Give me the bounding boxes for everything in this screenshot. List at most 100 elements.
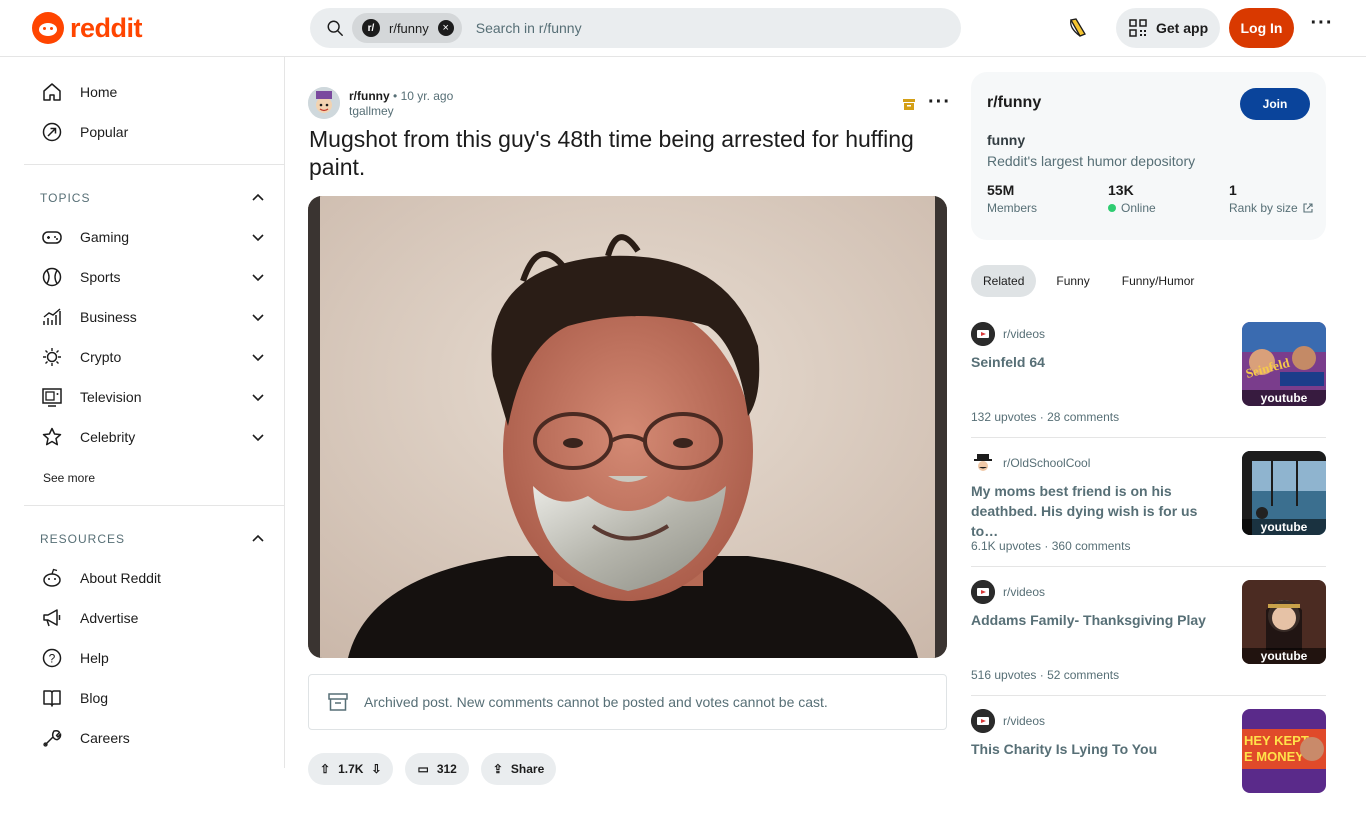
rank-stat[interactable]: 1 Rank by size xyxy=(1229,182,1314,215)
close-icon[interactable]: × xyxy=(437,20,454,36)
related-subreddit[interactable]: r/videos xyxy=(1003,327,1045,341)
external-link-icon xyxy=(1303,203,1313,213)
chevron-down-icon[interactable] xyxy=(250,429,266,445)
chevron-up-icon[interactable] xyxy=(250,190,266,206)
sidebar-item-help[interactable]: ? Help xyxy=(40,638,272,678)
related-title[interactable]: My moms best friend is on his deathbed. … xyxy=(971,481,1226,541)
members-stat: 55M Members xyxy=(987,182,1037,215)
sidebar-item-about-reddit[interactable]: About Reddit xyxy=(40,558,272,598)
sidebar-item-advertise[interactable]: Advertise xyxy=(40,598,272,638)
vote-button[interactable]: ⇧ 1.7K ⇩ xyxy=(308,753,394,785)
sidebar-item-blog[interactable]: Blog xyxy=(40,678,272,718)
related-thumbnail[interactable]: youtube xyxy=(1242,580,1326,664)
home-icon xyxy=(40,80,64,104)
upvote-icon[interactable]: ⇧ xyxy=(320,762,330,776)
chevron-down-icon[interactable] xyxy=(250,389,266,405)
more-options-icon[interactable]: ··· xyxy=(1306,13,1338,40)
stat-value: 13K xyxy=(1108,182,1134,198)
sidebar-item-business[interactable]: Business xyxy=(40,297,272,337)
post-image[interactable] xyxy=(308,196,947,658)
chevron-down-icon[interactable] xyxy=(250,229,266,245)
related-post[interactable]: r/OldSchoolCool My moms best friend is o… xyxy=(971,451,1326,580)
related-upvotes: 132 upvotes xyxy=(971,410,1037,424)
comment-icon: ▭ xyxy=(417,762,429,776)
related-upvotes: 516 upvotes xyxy=(971,668,1037,682)
sidebar-item-celebrity[interactable]: Celebrity xyxy=(40,417,272,457)
online-stat: 13K Online xyxy=(1108,182,1156,215)
svg-text:?: ? xyxy=(49,652,56,666)
comments-button[interactable]: ▭ 312 xyxy=(405,753,469,785)
related-subreddit[interactable]: r/OldSchoolCool xyxy=(1003,456,1090,470)
related-thumbnail[interactable]: youtube xyxy=(1242,451,1326,535)
reddit-logo-icon xyxy=(32,12,64,44)
join-button[interactable]: Join xyxy=(1240,88,1310,120)
related-thumbnail[interactable]: HEY KEPT E MONEY xyxy=(1242,709,1326,793)
chevron-down-icon[interactable] xyxy=(250,349,266,365)
related-thumbnail[interactable]: Seinfeld youtube xyxy=(1242,322,1326,406)
archived-badge-icon xyxy=(903,99,915,110)
get-app-button[interactable]: Get app xyxy=(1116,8,1220,48)
thumbnail-label: youtube xyxy=(1242,390,1326,406)
sidebar-item-sports[interactable]: Sports xyxy=(40,257,272,297)
login-button[interactable]: Log In xyxy=(1229,8,1294,48)
sidebar-item-careers[interactable]: Careers xyxy=(40,718,272,758)
search-input[interactable] xyxy=(475,20,896,36)
related-title[interactable]: Addams Family- Thanksgiving Play xyxy=(971,610,1226,630)
subreddit-avatar[interactable] xyxy=(308,87,340,119)
qr-code-icon xyxy=(1129,19,1147,37)
resources-heading: RESOURCES xyxy=(40,532,126,546)
tab-related[interactable]: Related xyxy=(971,265,1037,297)
tab-funny[interactable]: Funny xyxy=(1044,265,1101,297)
related-comments: 28 comments xyxy=(1047,410,1120,424)
related-post[interactable]: r/videos Addams Family- Thanksgiving Pla… xyxy=(971,580,1326,709)
stat-value: 1 xyxy=(1229,182,1237,198)
search-scope-chip[interactable]: r/ r/funny × xyxy=(352,13,462,43)
post-subreddit-link[interactable]: r/funny xyxy=(349,89,390,103)
related-subreddit[interactable]: r/videos xyxy=(1003,714,1045,728)
get-app-label: Get app xyxy=(1156,20,1209,36)
sidebar-item-popular[interactable]: Popular xyxy=(40,112,272,152)
online-dot-icon xyxy=(1108,204,1116,212)
related-post[interactable]: r/videos This Charity Is Lying To You HE… xyxy=(971,709,1326,838)
divider xyxy=(971,695,1326,696)
related-subreddit[interactable]: r/videos xyxy=(1003,585,1045,599)
sidebar-item-label: Business xyxy=(80,309,137,325)
sidebar-item-label: Careers xyxy=(80,730,130,746)
related-title[interactable]: This Charity Is Lying To You xyxy=(971,739,1226,759)
post-author-link[interactable]: tgallmey xyxy=(349,104,453,118)
chart-icon xyxy=(40,305,64,329)
search-bar[interactable]: r/ r/funny × xyxy=(310,8,961,48)
logo-text: reddit xyxy=(70,12,143,43)
sidebar-item-label: Advertise xyxy=(80,610,139,626)
stat-label: Online xyxy=(1121,201,1156,215)
sidebar-item-label: Popular xyxy=(80,124,129,140)
related-title[interactable]: Seinfeld 64 xyxy=(971,352,1226,372)
sidebar-item-label: Sports xyxy=(80,269,121,285)
reddit-logo[interactable]: reddit xyxy=(32,12,143,44)
share-icon: ⇪ xyxy=(492,762,503,776)
chevron-up-icon[interactable] xyxy=(250,531,266,547)
wrench-icon xyxy=(40,726,64,750)
share-button[interactable]: ⇪ Share xyxy=(480,753,557,785)
sidebar-item-label: Blog xyxy=(80,690,109,706)
related-comments: 360 comments xyxy=(1051,539,1131,553)
downvote-icon[interactable]: ⇩ xyxy=(371,762,381,776)
tab-funny-humor[interactable]: Funny/Humor xyxy=(1110,265,1207,297)
community-description: Reddit's largest humor depository xyxy=(987,153,1196,169)
post-options-icon[interactable]: ··· xyxy=(928,91,951,114)
sidebar-item-crypto[interactable]: Crypto xyxy=(40,337,272,377)
see-more-link[interactable]: See more xyxy=(43,471,95,485)
book-icon xyxy=(40,686,64,710)
subreddit-avatar-icon xyxy=(308,87,340,119)
related-post[interactable]: r/videos Seinfeld 64 132 upvotes · 28 co… xyxy=(971,322,1326,451)
community-title[interactable]: r/funny xyxy=(987,94,1041,112)
sidebar-item-television[interactable]: Television xyxy=(40,377,272,417)
chevron-down-icon[interactable] xyxy=(250,269,266,285)
community-name: funny xyxy=(987,132,1026,148)
svg-text:HEY KEPT: HEY KEPT xyxy=(1244,733,1309,748)
sidebar-item-gaming[interactable]: Gaming xyxy=(40,217,272,257)
sidebar-item-home[interactable]: Home xyxy=(40,72,272,112)
ball-icon xyxy=(40,265,64,289)
chevron-down-icon[interactable] xyxy=(250,309,266,325)
advertise-icon[interactable] xyxy=(1066,16,1090,40)
